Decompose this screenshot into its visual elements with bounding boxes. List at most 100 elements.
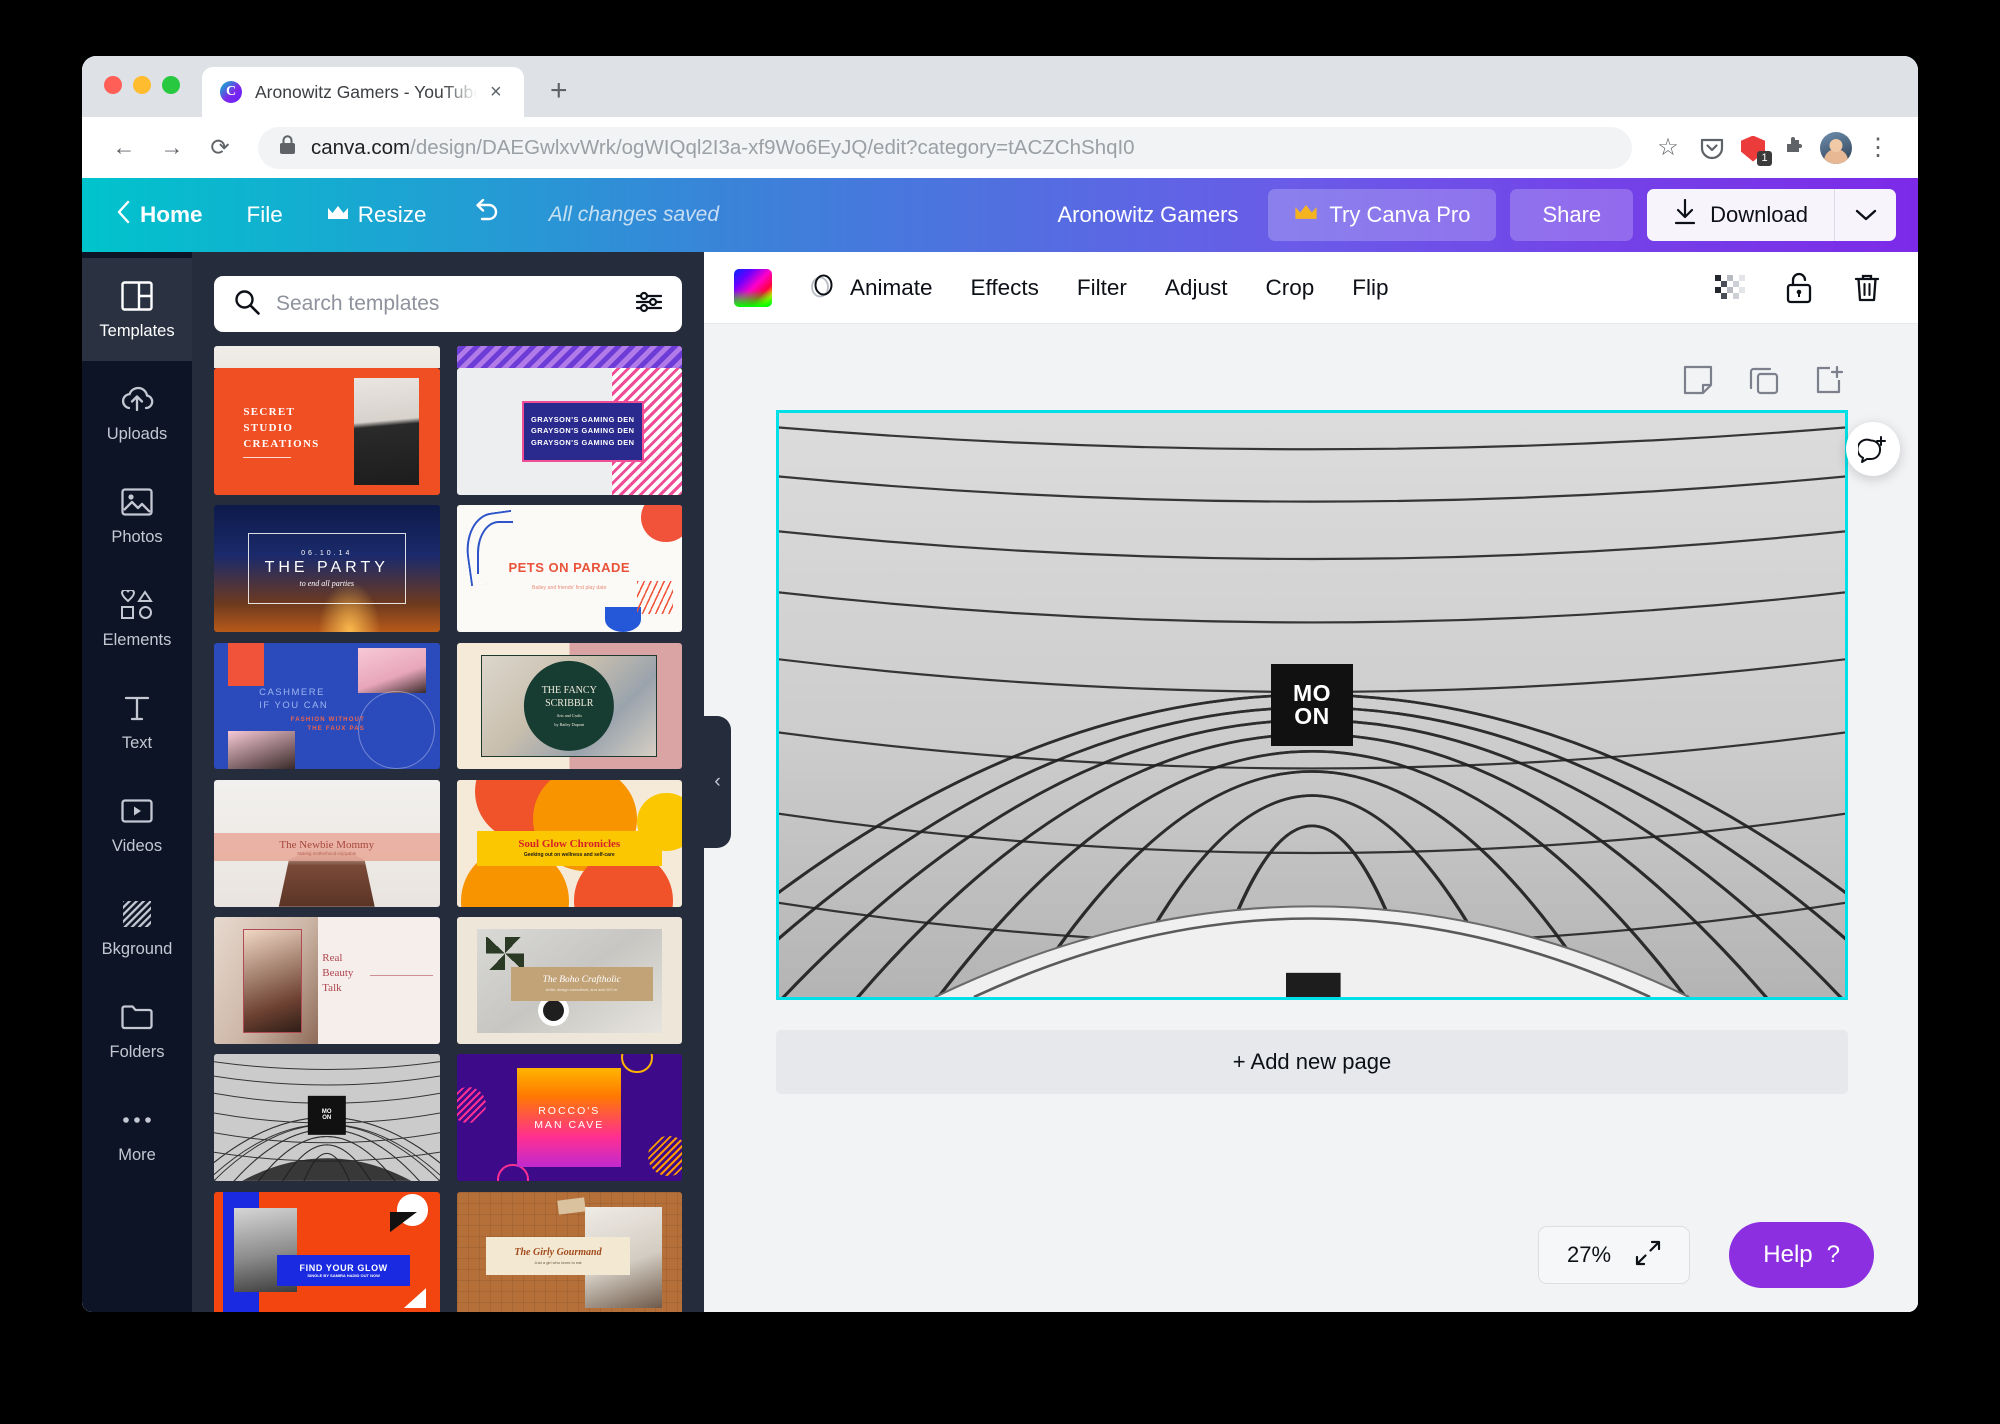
shield-extension-icon[interactable]: 1	[1738, 133, 1772, 166]
reload-icon[interactable]: ⟳	[200, 128, 240, 168]
sidebar-item-label: Bkground	[101, 939, 173, 958]
template-row-partial	[214, 346, 682, 368]
templates-icon	[120, 279, 154, 313]
animate-icon	[809, 271, 839, 305]
sliders-icon[interactable]	[635, 291, 663, 318]
home-button[interactable]: Home	[108, 200, 225, 230]
add-new-page-button[interactable]: + Add new page	[776, 1030, 1848, 1094]
design-page-canvas[interactable]: MO ON	[776, 410, 1848, 1000]
add-comment-icon[interactable]	[1846, 422, 1900, 476]
browser-tab[interactable]: C Aronowitz Gamers - YouTube C ×	[202, 67, 524, 117]
canvas-scroll-area[interactable]: MO ON + Add new page 27% Help ?	[704, 324, 1918, 1312]
maximize-window-button[interactable]	[162, 75, 180, 94]
sidebar-item-label: Text	[121, 733, 153, 752]
bookmark-star-icon[interactable]: ☆	[1650, 130, 1686, 166]
effects-label: Effects	[970, 274, 1039, 300]
add-page-icon[interactable]	[1812, 362, 1848, 398]
template-thumb-the-party[interactable]: 06.10.14 THE PARTY to end all parties	[214, 505, 440, 633]
template-thumb-roccos-man-cave[interactable]: ROCCO'S MAN CAVE	[456, 1054, 682, 1182]
share-button[interactable]: Share	[1510, 189, 1634, 241]
sidebar-item-text[interactable]: Text	[82, 670, 192, 773]
canva-top-toolbar: Home File Resize All changes saved Arono…	[82, 178, 1918, 252]
undo-icon	[471, 198, 501, 232]
animate-label: Animate	[850, 274, 933, 300]
sidebar-item-more[interactable]: More	[82, 1082, 192, 1185]
sidebar-item-label: More	[118, 1145, 156, 1164]
url-input[interactable]: canva.com/design/DAEGwlxvWrk/ogWIQql2I3a…	[258, 126, 1632, 169]
new-tab-button[interactable]: +	[550, 76, 568, 106]
template-thumb-find-your-glow[interactable]: FIND YOUR GLOW SINGLE BY SAMIRA HADID OU…	[214, 1191, 440, 1312]
template-thumb-graysons-gaming-den[interactable]: GRAYSON'S GAMING DEN GRAYSON'S GAMING DE…	[456, 368, 682, 495]
flip-button[interactable]: Flip	[1333, 265, 1407, 311]
zoom-control[interactable]: 27%	[1538, 1226, 1690, 1284]
try-canva-pro-button[interactable]: Try Canva Pro	[1268, 189, 1497, 241]
template-photo	[353, 378, 420, 485]
file-menu-button[interactable]: File	[225, 202, 305, 228]
checkerboard-transparency-icon[interactable]	[1710, 267, 1752, 309]
chevron-down-icon[interactable]	[1834, 189, 1896, 241]
animate-button[interactable]: Animate	[790, 265, 952, 311]
effects-button[interactable]: Effects	[952, 265, 1058, 311]
moon-logo-badge: MO ON	[1271, 664, 1353, 746]
browser-menu-icon[interactable]: ⋮	[1860, 130, 1896, 166]
template-thumb-the-newbie-mommy[interactable]: The Newbie Mommy Making motherhood enjoy…	[214, 779, 440, 907]
image-color-swatch[interactable]	[734, 268, 772, 307]
undo-button[interactable]	[449, 198, 523, 232]
sidebar-item-photos[interactable]: Photos	[82, 464, 192, 567]
expand-icon[interactable]	[1635, 1240, 1661, 1271]
sidebar-item-templates[interactable]: Templates	[82, 258, 192, 361]
template-subtitle: Bailey and friends' first play date	[531, 585, 607, 592]
collapse-panel-button[interactable]: ‹	[704, 716, 731, 848]
template-thumb-partial[interactable]	[214, 346, 440, 368]
help-label: Help	[1763, 1241, 1813, 1268]
template-thumb-soul-glow-chronicles[interactable]: Soul Glow Chronicles Geeking out on well…	[456, 779, 682, 907]
browser-window: C Aronowitz Gamers - YouTube C × + ← → ⟳…	[82, 56, 1918, 1312]
template-thumb-pets-on-parade[interactable]: PETS ON PARADE Bailey and friends' first…	[456, 505, 682, 633]
adjust-button[interactable]: Adjust	[1146, 265, 1247, 311]
text-icon	[120, 691, 154, 725]
template-title: GRAYSON'S GAMING DEN GRAYSON'S GAMING DE…	[521, 400, 644, 462]
close-window-button[interactable]	[104, 75, 122, 94]
template-thumb-partial[interactable]	[456, 346, 682, 368]
design-title[interactable]: Aronowitz Gamers	[1057, 202, 1238, 228]
template-thumb-the-girly-gourmand[interactable]: The Girly Gourmand Just a girl who loves…	[456, 1191, 682, 1312]
crown-icon	[1294, 202, 1318, 228]
puzzle-extensions-icon[interactable]	[1776, 130, 1812, 166]
resize-button[interactable]: Resize	[305, 202, 449, 228]
close-icon[interactable]: ×	[490, 82, 502, 102]
back-icon[interactable]: ←	[104, 128, 144, 168]
template-thumb-moon-dome[interactable]: MO ON	[214, 1054, 440, 1182]
unlock-icon[interactable]	[1778, 267, 1820, 309]
forward-icon[interactable]: →	[152, 128, 192, 168]
trash-icon[interactable]	[1846, 267, 1888, 309]
pocket-icon[interactable]	[1694, 130, 1730, 166]
template-title: Soul Glow Chronicles Geeking out on well…	[476, 830, 662, 867]
template-thumb-the-boho-craftholic[interactable]: The Boho Craftholic Artist, design consu…	[456, 917, 682, 1044]
sidebar-item-folders[interactable]: Folders	[82, 979, 192, 1082]
template-title: The Girly Gourmand Just a girl who loves…	[485, 1237, 631, 1276]
template-thumb-real-beauty-talk[interactable]: Real Beauty Talk	[214, 917, 440, 1044]
avatar[interactable]	[1820, 131, 1852, 164]
help-button[interactable]: Help ?	[1729, 1222, 1874, 1288]
sidebar-item-bkground[interactable]: Bkground	[82, 876, 192, 979]
search-box[interactable]	[214, 276, 682, 332]
template-grid[interactable]: SECRET STUDIO CREATIONS GRAYSON'S GAMING…	[192, 368, 704, 1312]
sidebar-item-videos[interactable]: Videos	[82, 773, 192, 876]
url-path: /design/DAEGwlxvWrk/ogWIQql2I3a-xf9Wo6Ey…	[410, 135, 1135, 159]
template-thumb-the-fancy-scribblr[interactable]: THE FANCY SCRIBBLR Arts and Crafts by Ba…	[456, 642, 682, 770]
share-label: Share	[1542, 202, 1602, 227]
search-input[interactable]	[276, 292, 620, 316]
filter-button[interactable]: Filter	[1058, 265, 1146, 311]
template-thumb-cashmere-if-you-can[interactable]: CASHMERE IF YOU CAN FASHION WITHOUT THE …	[214, 642, 440, 770]
duplicate-icon[interactable]	[1746, 362, 1782, 398]
download-button[interactable]: Download	[1647, 189, 1834, 241]
sticky-note-icon[interactable]	[1680, 362, 1716, 398]
template-title: THE FANCY SCRIBBLR Arts and Crafts by Ba…	[524, 660, 615, 752]
object-toolbar-right	[1710, 267, 1888, 309]
crop-button[interactable]: Crop	[1246, 265, 1333, 311]
sidebar-item-uploads[interactable]: Uploads	[82, 361, 192, 464]
minimize-window-button[interactable]	[133, 75, 151, 94]
photo-icon	[120, 485, 154, 519]
sidebar-item-elements[interactable]: Elements	[82, 567, 192, 670]
template-thumb-secret-studio-creations[interactable]: SECRET STUDIO CREATIONS	[214, 368, 440, 495]
